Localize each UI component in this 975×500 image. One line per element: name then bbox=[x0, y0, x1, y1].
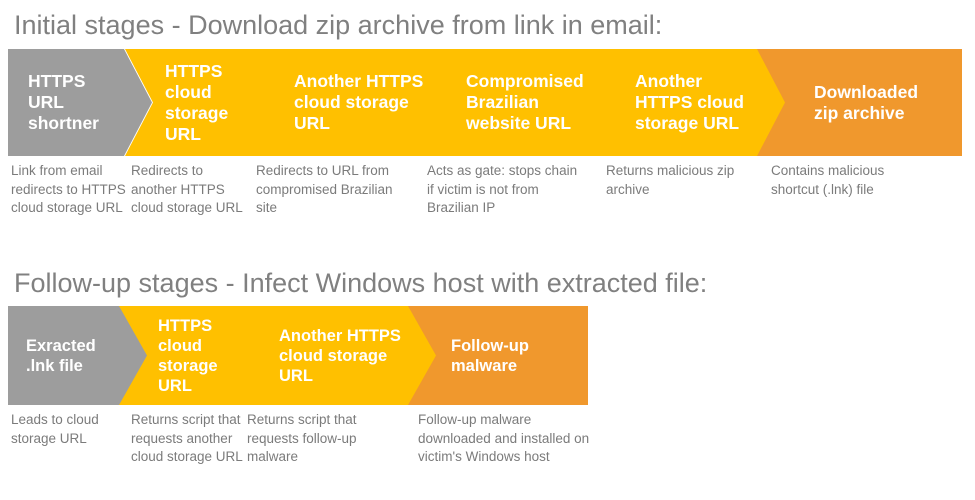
section-title-initial: Initial stages - Download zip archive fr… bbox=[14, 10, 663, 40]
stage-caption: Redirects to another HTTPS cloud storage… bbox=[131, 163, 243, 215]
stage-caption: Link from email redirects to HTTPS cloud… bbox=[11, 163, 126, 215]
caption-row-followup: Leads to cloud storage URL Returns scrip… bbox=[0, 405, 975, 497]
chevron-row-initial: HTTPS URL shortner HTTPS cloud storage U… bbox=[0, 49, 975, 156]
section-followup-stages: Follow-up stages - Infect Windows host w… bbox=[0, 258, 975, 497]
stage-caption: Redirects to URL from compromised Brazil… bbox=[256, 163, 393, 215]
section-initial-stages: Initial stages - Download zip archive fr… bbox=[0, 0, 975, 248]
stage-caption: Acts as gate: stops chain if victim is n… bbox=[427, 163, 578, 215]
stage-caption: Returns script that requests follow-up m… bbox=[247, 412, 357, 464]
stage-caption: Leads to cloud storage URL bbox=[11, 412, 99, 446]
chevron-row-followup: Exracted .lnk file HTTPS cloud storage U… bbox=[0, 306, 975, 405]
stage-caption: Returns malicious zip archive bbox=[606, 163, 735, 197]
stage-caption: Contains malicious shortcut (.lnk) file bbox=[771, 163, 885, 197]
chevron-shape bbox=[408, 306, 588, 405]
caption-row-initial: Link from email redirects to HTTPS cloud… bbox=[0, 156, 975, 248]
chevron-shape bbox=[757, 49, 962, 156]
stage-caption: Follow-up malware downloaded and install… bbox=[418, 412, 590, 464]
stage-chevron-downloaded-zip-archive[interactable]: Downloaded zip archive bbox=[757, 49, 962, 156]
stage-caption: Returns script that requests another clo… bbox=[131, 412, 243, 464]
section-title-followup: Follow-up stages - Infect Windows host w… bbox=[14, 268, 708, 298]
stage-chevron-follow-up-malware[interactable]: Follow-up malware bbox=[408, 306, 588, 405]
